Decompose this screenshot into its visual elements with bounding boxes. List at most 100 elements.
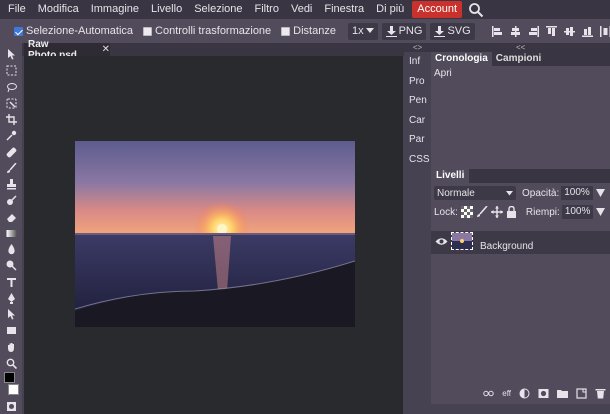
- menu-image[interactable]: Immagine: [85, 0, 145, 19]
- type-icon: [6, 277, 16, 287]
- quick-select-tool[interactable]: [3, 96, 19, 111]
- strip-css[interactable]: CSS: [404, 150, 431, 170]
- auto-select-checkbox[interactable]: Selezione-Automatica: [14, 25, 133, 37]
- link-icon[interactable]: [483, 388, 494, 399]
- distances-checkbox[interactable]: Distanze: [281, 25, 336, 37]
- menu-file[interactable]: File: [2, 0, 32, 19]
- stamp-tool[interactable]: [3, 177, 19, 192]
- distances-check-box[interactable]: [281, 26, 291, 36]
- opacity-dropdown-icon[interactable]: [595, 189, 605, 197]
- strip-collapse-toggle[interactable]: <>: [404, 43, 431, 52]
- lasso-icon: [6, 82, 17, 92]
- marquee-tool[interactable]: [3, 63, 19, 78]
- eyedropper-tool[interactable]: [3, 128, 19, 143]
- tab-history[interactable]: Cronologia: [431, 52, 492, 66]
- menu-select[interactable]: Selezione: [188, 0, 248, 19]
- document-tab-bar: Raw Photo.psd ✕: [22, 39, 404, 61]
- tab-swatches[interactable]: Campioni: [492, 52, 546, 66]
- history-brush-tool[interactable]: [3, 193, 19, 208]
- folder-icon[interactable]: [557, 388, 568, 399]
- align-top-icon[interactable]: [545, 25, 558, 38]
- zoom-icon: [6, 358, 17, 369]
- crop-tool[interactable]: [3, 112, 19, 127]
- lock-pixels-icon[interactable]: [476, 206, 488, 218]
- background-color[interactable]: [8, 384, 19, 395]
- effects-button[interactable]: eff: [502, 389, 511, 398]
- tab-layers[interactable]: Livelli: [431, 169, 470, 183]
- layer-name: Background: [480, 241, 534, 252]
- pen-tool[interactable]: [3, 291, 19, 306]
- opacity-input[interactable]: 100%: [561, 186, 593, 200]
- transform-controls-checkbox[interactable]: Controlli trasformazione: [143, 25, 271, 37]
- strip-paragraph[interactable]: Par: [404, 130, 431, 150]
- strip-characters[interactable]: Car: [404, 111, 431, 131]
- menu-window[interactable]: Finestra: [318, 0, 370, 19]
- color-swatches[interactable]: [3, 372, 19, 398]
- align-center-v-icon[interactable]: [563, 25, 576, 38]
- menu-view[interactable]: Vedi: [285, 0, 318, 19]
- strip-properties[interactable]: Pro: [404, 72, 431, 92]
- healing-tool[interactable]: [3, 145, 19, 160]
- distribute-h-icon[interactable]: [599, 25, 610, 38]
- menu-layer[interactable]: Livello: [145, 0, 188, 19]
- eraser-icon: [6, 213, 16, 222]
- collapsed-panel-strip: <> Inf Pro Pen Car Par CSS: [404, 43, 431, 414]
- menu-edit[interactable]: Modifica: [32, 0, 85, 19]
- eraser-tool[interactable]: [3, 210, 19, 225]
- align-left-icon[interactable]: [491, 25, 504, 38]
- account-button[interactable]: Account: [412, 1, 463, 18]
- brush-tool[interactable]: [3, 161, 19, 176]
- layers-body: Normale Opacità: 100% Lock: Riempi: 100%: [431, 183, 610, 404]
- strip-brushes[interactable]: Pen: [404, 91, 431, 111]
- export-png-button[interactable]: PNG: [381, 22, 427, 40]
- transform-check-box[interactable]: [143, 26, 153, 36]
- export-svg-button[interactable]: SVG: [430, 22, 475, 40]
- hand-tool[interactable]: [3, 340, 19, 355]
- new-layer-icon[interactable]: [576, 388, 587, 399]
- close-icon[interactable]: ✕: [102, 44, 110, 55]
- png-label: PNG: [398, 24, 423, 37]
- adjustment-icon[interactable]: [519, 388, 530, 399]
- sunset-photo: [75, 141, 355, 327]
- auto-select-check-box[interactable]: [14, 26, 23, 36]
- fill-dropdown-icon[interactable]: [596, 208, 606, 216]
- trash-icon[interactable]: [595, 388, 606, 399]
- canvas-area[interactable]: [24, 56, 403, 414]
- dodge-tool[interactable]: [3, 258, 19, 273]
- lock-transparency-icon[interactable]: [460, 206, 473, 218]
- shape-tool[interactable]: [3, 323, 19, 338]
- chevron-down-icon: [506, 190, 513, 195]
- hand-icon: [7, 342, 14, 352]
- move-tool[interactable]: [3, 47, 19, 62]
- gradient-tool[interactable]: [3, 226, 19, 241]
- download-icon: [434, 25, 446, 37]
- menu-more[interactable]: Di più: [370, 0, 410, 19]
- zoom-tool[interactable]: [3, 356, 19, 371]
- search-icon[interactable]: [468, 2, 484, 18]
- path-select-tool[interactable]: [3, 307, 19, 322]
- scale-value: 1x: [351, 24, 364, 37]
- scale-select[interactable]: 1x: [347, 22, 378, 40]
- history-panel-collapse[interactable]: <<: [431, 43, 610, 52]
- history-entry[interactable]: Apri: [434, 68, 607, 79]
- lasso-tool[interactable]: [3, 80, 19, 95]
- toolbox: [0, 43, 22, 414]
- lock-all-icon[interactable]: [506, 206, 517, 218]
- history-tabs: Cronologia Campioni: [431, 52, 610, 66]
- align-center-h-icon[interactable]: [509, 25, 522, 38]
- blend-mode-select[interactable]: Normale: [434, 186, 516, 200]
- layer-row[interactable]: Background: [431, 231, 610, 254]
- menu-filter[interactable]: Filtro: [249, 0, 285, 19]
- blur-tool[interactable]: [3, 242, 19, 257]
- strip-info[interactable]: Inf: [404, 52, 431, 72]
- align-bottom-icon[interactable]: [581, 25, 594, 38]
- eye-icon[interactable]: [435, 237, 448, 246]
- document-tab[interactable]: Raw Photo.psd ✕: [24, 39, 110, 61]
- type-tool[interactable]: [3, 275, 19, 290]
- align-right-icon[interactable]: [527, 25, 540, 38]
- mask-icon[interactable]: [538, 388, 549, 399]
- lock-position-icon[interactable]: [490, 206, 503, 218]
- quick-mask-tool[interactable]: [3, 399, 19, 414]
- fill-input[interactable]: 100%: [561, 205, 594, 219]
- foreground-color[interactable]: [4, 372, 15, 383]
